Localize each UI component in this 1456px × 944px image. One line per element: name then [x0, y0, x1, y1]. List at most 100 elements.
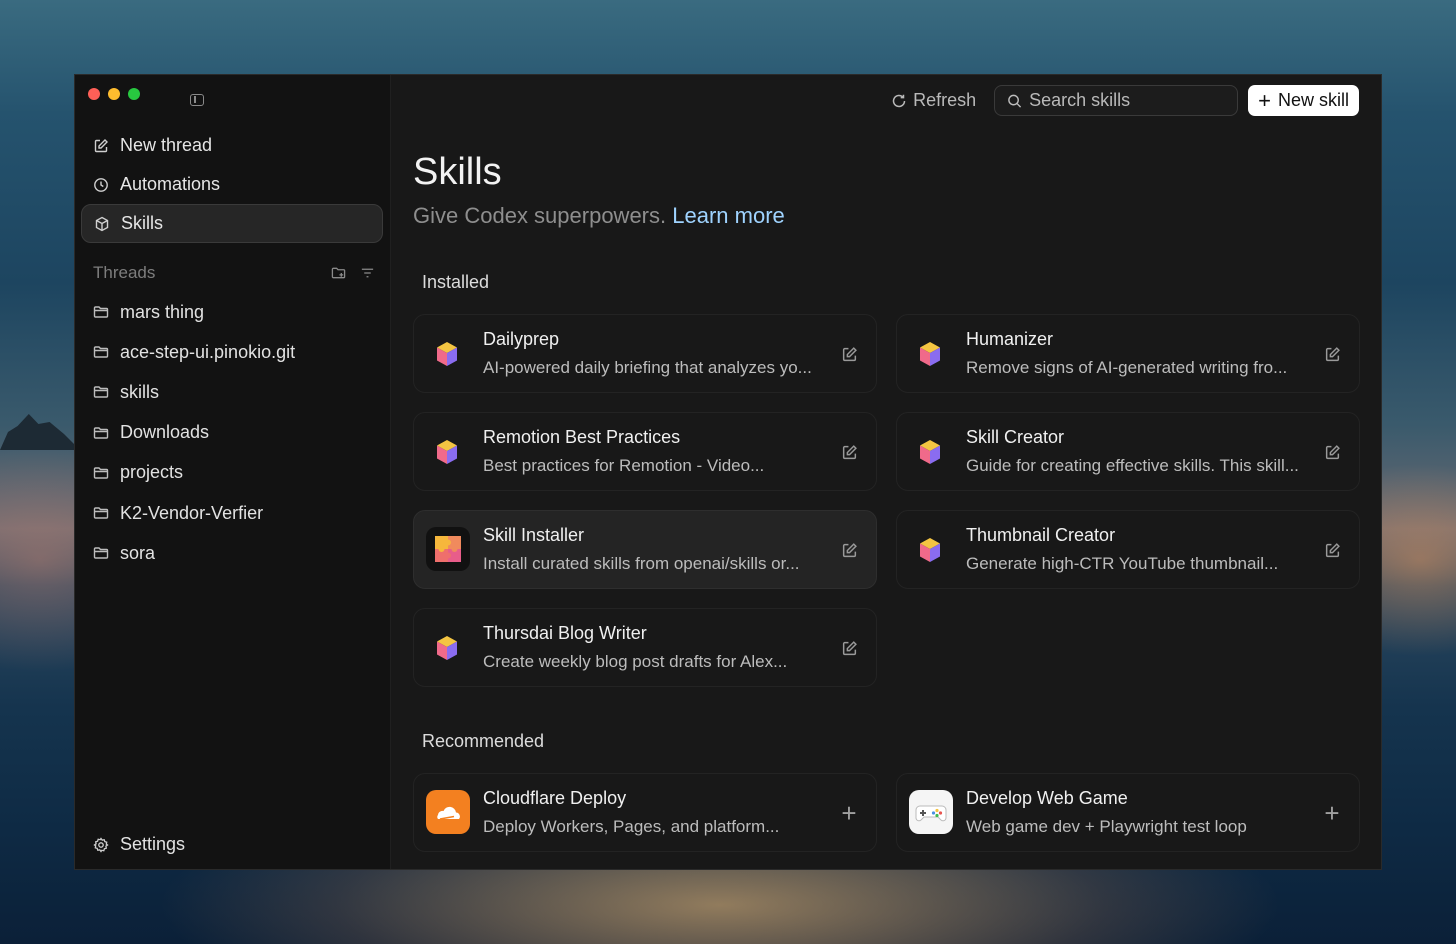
skill-desc: Best practices for Remotion - Video...	[483, 456, 765, 475]
edit-icon[interactable]	[840, 541, 858, 559]
thread-item[interactable]: mars thing	[81, 292, 383, 332]
thread-item[interactable]: Downloads	[81, 413, 383, 453]
skill-desc: Install curated skills from openai/skill…	[483, 554, 800, 573]
threads-actions	[331, 266, 375, 281]
skill-title: Thursdai Blog Writer	[483, 623, 647, 643]
thread-label: projects	[120, 462, 184, 483]
nav-label: Automations	[120, 174, 221, 194]
new-folder-icon[interactable]	[331, 266, 346, 281]
cube-icon	[94, 216, 110, 232]
thread-label: mars thing	[120, 301, 205, 322]
threads-header: Threads	[93, 263, 375, 283]
zoom-window-button[interactable]	[128, 88, 140, 100]
cube-icon	[919, 537, 941, 563]
close-window-button[interactable]	[88, 88, 100, 100]
skill-card-thursdai-blog-writer[interactable]: Thursdai Blog Writer Create weekly blog …	[413, 608, 877, 687]
recommended-section-label: Recommended	[422, 731, 545, 751]
thread-list: mars thing ace-step-ui.pinokio.git skill…	[81, 292, 383, 573]
skill-card-humanizer[interactable]: Humanizer Remove signs of AI-generated w…	[896, 314, 1360, 393]
thread-label: skills	[120, 381, 159, 402]
thread-label: Downloads	[120, 422, 210, 443]
skill-card-remotion[interactable]: Remotion Best Practices Best practices f…	[413, 412, 877, 491]
puzzle-icon	[426, 527, 470, 571]
add-skill-icon[interactable]: +	[1323, 800, 1341, 826]
threads-title: Threads	[93, 263, 156, 282]
thread-item[interactable]: skills	[81, 372, 383, 412]
sidebar-toggle-icon[interactable]	[190, 94, 204, 106]
search-box[interactable]	[994, 85, 1239, 116]
settings-button[interactable]: Settings	[93, 834, 185, 855]
nav-label: New thread	[120, 135, 213, 155]
refresh-label: Refresh	[913, 90, 977, 110]
thread-item[interactable]: K2-Vendor-Verfier	[81, 493, 383, 533]
refresh-icon	[891, 93, 907, 109]
edit-icon[interactable]	[1323, 345, 1341, 363]
skill-title: Thumbnail Creator	[966, 525, 1116, 545]
nav-new-thread[interactable]: New thread	[81, 126, 383, 165]
page-title: Skills	[413, 151, 502, 193]
edit-icon[interactable]	[840, 345, 858, 363]
thread-label: sora	[120, 542, 156, 563]
subtitle-text: Give Codex superpowers.	[413, 203, 667, 228]
gear-icon	[93, 836, 109, 853]
skill-card-cloudflare-deploy[interactable]: Cloudflare Deploy Deploy Workers, Pages,…	[413, 773, 877, 852]
traffic-lights	[88, 88, 140, 100]
thread-item[interactable]: ace-step-ui.pinokio.git	[81, 332, 383, 372]
edit-icon	[93, 138, 109, 154]
cube-icon	[436, 635, 458, 661]
skill-card-develop-web-game[interactable]: Develop Web Game Web game dev + Playwrig…	[896, 773, 1360, 852]
minimize-window-button[interactable]	[108, 88, 120, 100]
edit-icon[interactable]	[840, 443, 858, 461]
page-subtitle: Give Codex superpowers. Learn more	[413, 203, 785, 229]
skill-card-thumbnail-creator[interactable]: Thumbnail Creator Generate high-CTR YouT…	[896, 510, 1360, 589]
refresh-button[interactable]: Refresh	[883, 85, 984, 116]
skill-title: Dailyprep	[483, 329, 560, 349]
skill-desc: Remove signs of AI-generated writing fro…	[966, 358, 1288, 377]
folder-icon	[93, 344, 109, 360]
installed-section-label: Installed	[422, 272, 490, 292]
learn-more-link[interactable]: Learn more	[672, 203, 785, 228]
nav-label: Skills	[121, 213, 164, 233]
skill-desc: Generate high-CTR YouTube thumbnail...	[966, 554, 1279, 573]
thread-item[interactable]: sora	[81, 533, 383, 573]
topbar: Refresh + New skill	[883, 85, 1359, 116]
clock-icon	[93, 177, 109, 193]
new-skill-label: New skill	[1277, 90, 1349, 110]
folder-icon	[93, 505, 109, 521]
new-skill-button[interactable]: + New skill	[1248, 85, 1359, 116]
edit-icon[interactable]	[1323, 541, 1341, 559]
app-window: New thread Automations Skills Threads ma…	[74, 74, 1382, 870]
thread-label: ace-step-ui.pinokio.git	[120, 341, 296, 362]
main-content: Refresh + New skill Skills Give Codex su…	[391, 75, 1381, 869]
skill-desc: Web game dev + Playwright test loop	[966, 817, 1247, 836]
add-skill-icon[interactable]: +	[840, 800, 858, 826]
cube-icon	[919, 341, 941, 367]
plus-icon: +	[1258, 87, 1271, 113]
thread-item[interactable]: projects	[81, 453, 383, 493]
filter-icon[interactable]	[360, 266, 375, 281]
skill-title: Remotion Best Practices	[483, 427, 681, 447]
skill-card-skill-installer[interactable]: Skill Installer Install curated skills f…	[413, 510, 877, 589]
skill-title: Skill Installer	[483, 525, 585, 545]
cube-icon	[436, 439, 458, 465]
nav-automations[interactable]: Automations	[81, 165, 383, 204]
folder-icon	[93, 384, 109, 400]
skill-title: Skill Creator	[966, 427, 1065, 447]
primary-nav: New thread Automations Skills	[81, 126, 383, 243]
folder-icon	[93, 304, 109, 320]
skill-title: Cloudflare Deploy	[483, 788, 627, 808]
edit-icon[interactable]	[840, 639, 858, 657]
nav-skills[interactable]: Skills	[81, 204, 383, 243]
skill-card-dailyprep[interactable]: Dailyprep AI-powered daily briefing that…	[413, 314, 877, 393]
search-input[interactable]	[1029, 90, 1230, 111]
coastal-rock	[0, 414, 80, 450]
skill-card-skill-creator[interactable]: Skill Creator Guide for creating effecti…	[896, 412, 1360, 491]
gamepad-icon	[909, 790, 953, 834]
folder-icon	[93, 465, 109, 481]
folder-icon	[93, 425, 109, 441]
cube-icon	[919, 439, 941, 465]
skill-desc: Deploy Workers, Pages, and platform...	[483, 817, 780, 836]
settings-label: Settings	[120, 834, 186, 854]
edit-icon[interactable]	[1323, 443, 1341, 461]
cloudflare-icon	[426, 790, 470, 834]
